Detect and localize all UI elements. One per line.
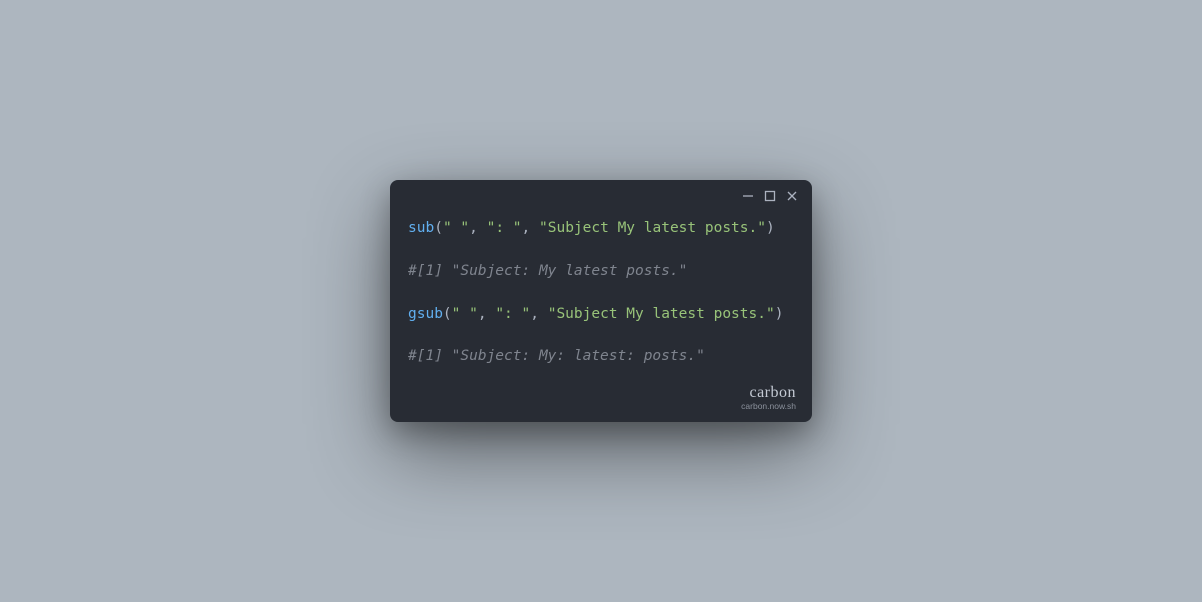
token-comment: #[1] "Subject: My latest posts." [408,263,687,279]
code-area: sub(" ", ": ", "Subject My latest posts.… [390,208,812,404]
token-punct: , [478,306,495,322]
maximize-icon[interactable] [764,190,776,202]
token-string: ": " [495,306,530,322]
code-line: #[1] "Subject: My latest posts." [408,261,794,283]
code-line: gsub(" ", ": ", "Subject My latest posts… [408,304,794,326]
window-titlebar [390,180,812,208]
token-string: " " [452,306,478,322]
token-punct: ( [443,306,452,322]
token-function: gsub [408,306,443,322]
close-icon[interactable] [786,190,798,202]
token-punct: ( [434,220,443,236]
token-string: "Subject My latest posts." [548,306,775,322]
token-punct: ) [766,220,775,236]
token-string: " " [443,220,469,236]
token-punct: , [469,220,486,236]
brand-name: carbon [741,385,796,401]
token-function: sub [408,220,434,236]
branding: carbon carbon.now.sh [741,385,796,411]
token-string: "Subject My latest posts." [539,220,766,236]
brand-url: carbon.now.sh [741,402,796,411]
code-line: #[1] "Subject: My: latest: posts." [408,346,794,368]
token-punct: , [522,220,539,236]
token-comment: #[1] "Subject: My: latest: posts." [408,348,705,364]
minimize-icon[interactable] [742,190,754,202]
token-punct: ) [775,306,784,322]
code-window: sub(" ", ": ", "Subject My latest posts.… [390,180,812,422]
token-punct: , [530,306,547,322]
token-string: ": " [487,220,522,236]
code-line: sub(" ", ": ", "Subject My latest posts.… [408,218,794,240]
